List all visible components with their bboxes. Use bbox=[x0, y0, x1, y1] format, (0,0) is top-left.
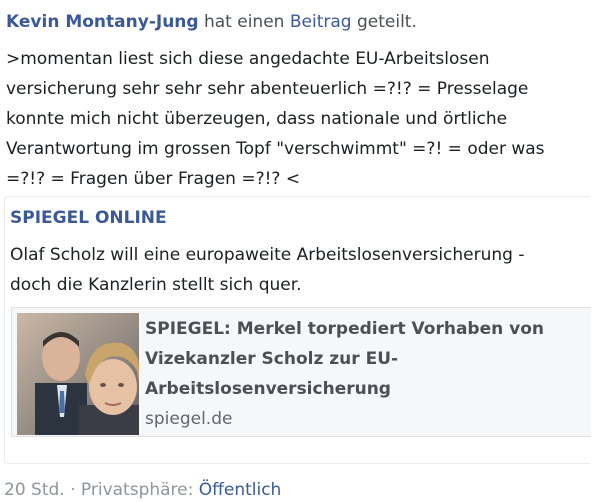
post-link[interactable]: Beitrag bbox=[290, 12, 352, 32]
link-preview-text: SPIEGEL: Merkel torpediert Vorhaben von … bbox=[145, 314, 585, 434]
teaser-line: doch die Kanzlerin stellt sich quer. bbox=[10, 275, 302, 295]
title-line: Vizekanzler Scholz zur EU- bbox=[145, 349, 399, 369]
message-line: >momentan liest sich diese angedachte EU… bbox=[6, 49, 490, 69]
action-text-pre: hat einen bbox=[198, 12, 290, 32]
title-line: SPIEGEL: Merkel torpediert Vorhaben von bbox=[145, 319, 545, 339]
shared-post: Kevin Montany-Jung hat einen Beitrag get… bbox=[0, 0, 592, 500]
timestamp[interactable]: 20 Std. bbox=[4, 480, 65, 500]
link-preview-card[interactable]: SPIEGEL: Merkel torpediert Vorhaben von … bbox=[11, 307, 591, 437]
message-line: =?!? = Fragen über Fragen =?!? < bbox=[6, 169, 301, 189]
action-text-post: geteilt. bbox=[351, 12, 417, 32]
shared-teaser: Olaf Scholz will eine europaweite Arbeit… bbox=[10, 240, 580, 300]
post-header: Kevin Montany-Jung hat einen Beitrag get… bbox=[6, 10, 417, 34]
teaser-line: Olaf Scholz will eine europaweite Arbeit… bbox=[10, 245, 525, 265]
message-line: konnte mich nicht überzeugen, dass natio… bbox=[6, 109, 508, 129]
post-message: >momentan liest sich diese angedachte EU… bbox=[6, 44, 590, 194]
footer-separator: · bbox=[64, 480, 81, 500]
link-preview-title[interactable]: SPIEGEL: Merkel torpediert Vorhaben von … bbox=[145, 314, 585, 404]
news-photo-thumbnail[interactable] bbox=[17, 313, 139, 435]
thumbnail-image bbox=[17, 313, 139, 435]
message-line: Verantwortung im grossen Topf "verschwim… bbox=[6, 139, 545, 159]
post-footer: 20 Std. · Privatsphäre: Öffentlich bbox=[4, 478, 281, 502]
message-line: versicherung sehr sehr sehr abenteuerlic… bbox=[6, 79, 529, 99]
author-link[interactable]: Kevin Montany-Jung bbox=[6, 12, 199, 32]
title-line: Arbeitslosenversicherung bbox=[145, 379, 391, 399]
privacy-label: Privatsphäre: bbox=[80, 480, 199, 500]
source-name-link[interactable]: SPIEGEL ONLINE bbox=[10, 208, 167, 228]
shared-content-box: SPIEGEL ONLINE Olaf Scholz will eine eur… bbox=[4, 196, 591, 464]
link-preview-domain: spiegel.de bbox=[145, 409, 233, 429]
privacy-setting-link[interactable]: Öffentlich bbox=[199, 480, 282, 500]
